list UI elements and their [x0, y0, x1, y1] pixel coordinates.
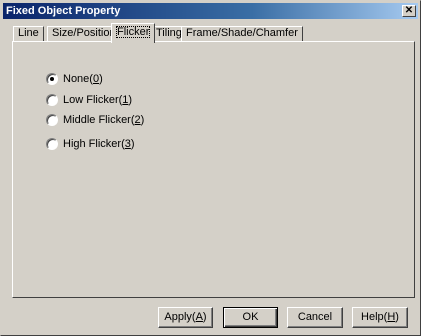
radio-selected-dot: [50, 77, 54, 81]
dialog-window: Fixed Object Property ✕ Line Size/Positi…: [0, 0, 421, 336]
radio-label: Low Flicker(1): [63, 94, 133, 106]
tab-line[interactable]: Line: [13, 26, 44, 41]
help-button[interactable]: Help(H): [352, 307, 408, 328]
window-title: Fixed Object Property: [6, 5, 121, 17]
tab-flicker[interactable]: Flicker: [111, 23, 156, 43]
tab-label: Line: [18, 27, 39, 39]
close-icon: ✕: [404, 5, 414, 16]
tab-label: Flicker: [116, 26, 151, 38]
radio-button[interactable]: [46, 138, 58, 150]
radio-button[interactable]: [46, 73, 58, 85]
apply-button[interactable]: Apply(A): [158, 307, 213, 328]
cancel-button[interactable]: Cancel: [287, 307, 343, 328]
radio-button[interactable]: [46, 114, 58, 126]
tab-size-position[interactable]: Size/Position: [47, 26, 121, 41]
flicker-panel: None(0) Low Flicker(1) Middle Flicker(2)…: [12, 41, 415, 298]
title-bar[interactable]: Fixed Object Property ✕: [3, 3, 418, 19]
ok-button[interactable]: OK: [223, 307, 278, 328]
close-button[interactable]: ✕: [402, 5, 416, 17]
tab-label: Size/Position: [52, 27, 116, 39]
tab-frame-shade-chamfer[interactable]: Frame/Shade/Chamfer: [181, 26, 303, 41]
radio-label: Middle Flicker(2): [63, 114, 145, 126]
radio-button[interactable]: [46, 94, 58, 106]
tab-label: Frame/Shade/Chamfer: [186, 27, 298, 39]
radio-label: None(0): [63, 73, 103, 85]
tab-label: Tiling: [156, 27, 182, 39]
radio-label: High Flicker(3): [63, 138, 135, 150]
